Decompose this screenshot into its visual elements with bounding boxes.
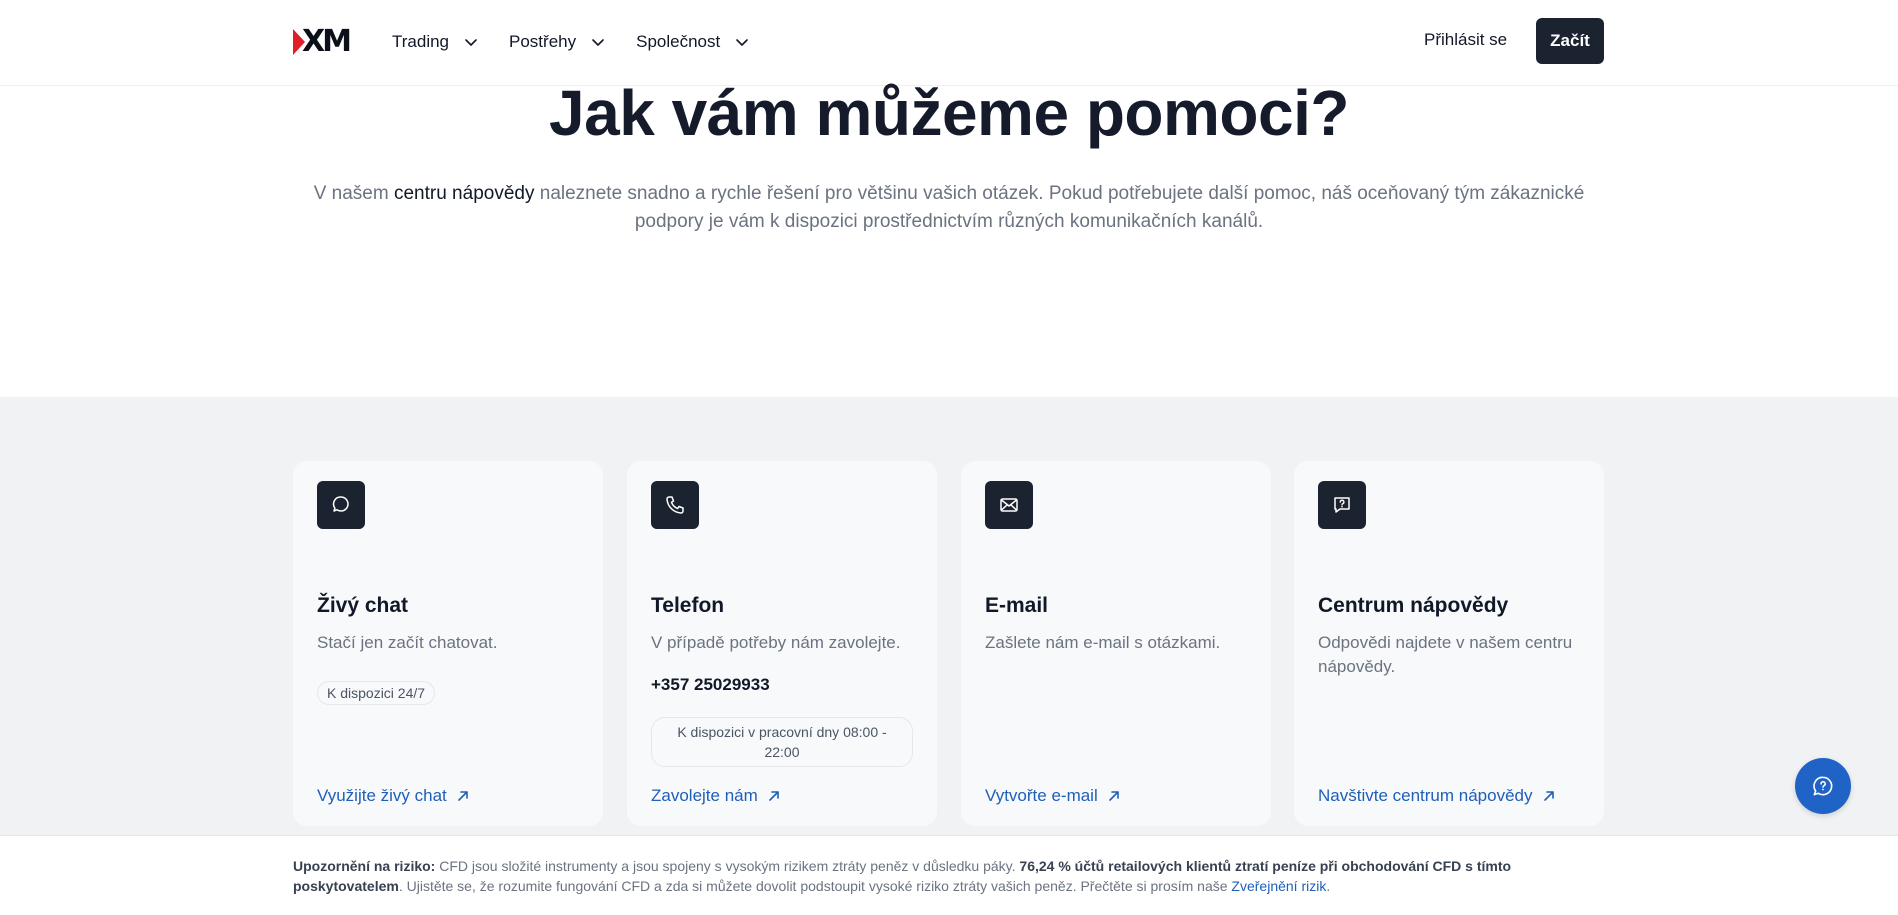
risk-disclosure-link[interactable]: Zveřejnění rizik <box>1231 878 1326 894</box>
nav-insights-label: Postřehy <box>509 32 577 51</box>
risk-warning-bar: Upozornění na riziko: CFD jsou složité i… <box>0 835 1898 915</box>
arrow-up-right-icon <box>768 791 779 801</box>
envelope-icon <box>985 481 1033 529</box>
main-nav: Trading Postřehy Společnost <box>392 26 750 58</box>
card-phone: Telefon V případě potřeby nám zavolejte.… <box>627 461 937 826</box>
chat-help-icon <box>1813 776 1833 796</box>
card-title: Centrum nápovědy <box>1318 594 1509 617</box>
nav-insights[interactable]: Postřehy <box>509 32 606 52</box>
card-title: Telefon <box>651 594 725 617</box>
card-help-center: Centrum nápovědy Odpovědi najdete v naše… <box>1294 461 1604 826</box>
phone-icon <box>651 481 699 529</box>
hero-text-after: naleznete snadno a rychle řešení pro vět… <box>534 183 1585 232</box>
nav-company-label: Společnost <box>636 32 721 51</box>
risk-text-1: CFD jsou složité instrumenty a jsou spoj… <box>435 858 1020 874</box>
card-description: V případě potřeby nám zavolejte. <box>651 633 901 652</box>
phone-number[interactable]: +357 25029933 <box>651 675 770 695</box>
login-link[interactable]: Přihlásit se <box>1424 30 1507 50</box>
visit-help-center-link[interactable]: Navštivte centrum nápovědy <box>1318 786 1557 806</box>
card-email: E-mail Zašlete nám e-mail s otázkami. Vy… <box>961 461 1271 826</box>
create-email-link-label: Vytvořte e-mail <box>985 786 1098 805</box>
card-description: Zašlete nám e-mail s otázkami. <box>985 633 1221 652</box>
call-us-link-label: Zavolejte nám <box>651 786 758 805</box>
hero-text-before: V našem <box>313 183 394 204</box>
xm-logo[interactable]: XM <box>293 24 353 59</box>
arrow-up-right-icon <box>1108 791 1119 801</box>
arrow-up-right-icon <box>1543 791 1554 801</box>
risk-warning-text: Upozornění na riziko: CFD jsou složité i… <box>293 856 1613 896</box>
nav-trading[interactable]: Trading <box>392 32 479 52</box>
card-title: Živý chat <box>317 594 409 617</box>
logo-text: XM <box>302 24 352 59</box>
hero-description: V našem centru nápovědy naleznete snadno… <box>300 180 1598 236</box>
card-title: E-mail <box>985 594 1049 617</box>
risk-text-2: . Ujistěte se, že rozumite fungování CFD… <box>398 878 1232 894</box>
chevron-down-icon <box>592 39 604 46</box>
chevron-down-icon <box>465 39 477 46</box>
availability-badge: K dispozici 24/7 <box>317 681 436 705</box>
visit-help-center-link-label: Navštivte centrum nápovědy <box>1318 786 1533 805</box>
help-question-icon <box>1318 481 1366 529</box>
live-chat-link-label: Využijte živý chat <box>317 786 447 805</box>
create-email-link[interactable]: Vytvořte e-mail <box>985 786 1122 806</box>
card-live-chat: Živý chat Stačí jen začít chatovat. K di… <box>293 461 603 826</box>
chat-support-button[interactable] <box>1795 758 1851 814</box>
call-us-link[interactable]: Zavolejte nám <box>651 786 782 806</box>
risk-text-end: . <box>1326 878 1331 894</box>
chevron-down-icon <box>736 39 749 46</box>
page-title: Jak vám můžeme pomoci? <box>549 77 1349 149</box>
nav-company[interactable]: Společnost <box>636 32 750 52</box>
chat-bubble-icon <box>317 481 365 529</box>
risk-label: Upozornění na riziko: <box>293 858 436 874</box>
availability-badge: K dispozici v pracovní dny 08:00 - 22:00 <box>651 717 913 767</box>
nav-trading-label: Trading <box>392 32 450 51</box>
start-button[interactable]: Začít <box>1536 18 1604 64</box>
help-center-link[interactable]: centru nápovědy <box>394 183 535 204</box>
site-header: XM Trading Postřehy Společnost Přihlásit… <box>0 0 1898 86</box>
card-description: Stačí jen začít chatovat. <box>317 633 498 652</box>
card-description: Odpovědi najdete v našem centru nápovědy… <box>1318 633 1573 676</box>
live-chat-link[interactable]: Využijte živý chat <box>317 786 471 806</box>
contact-section <box>0 397 1898 835</box>
arrow-up-right-icon <box>457 791 468 801</box>
